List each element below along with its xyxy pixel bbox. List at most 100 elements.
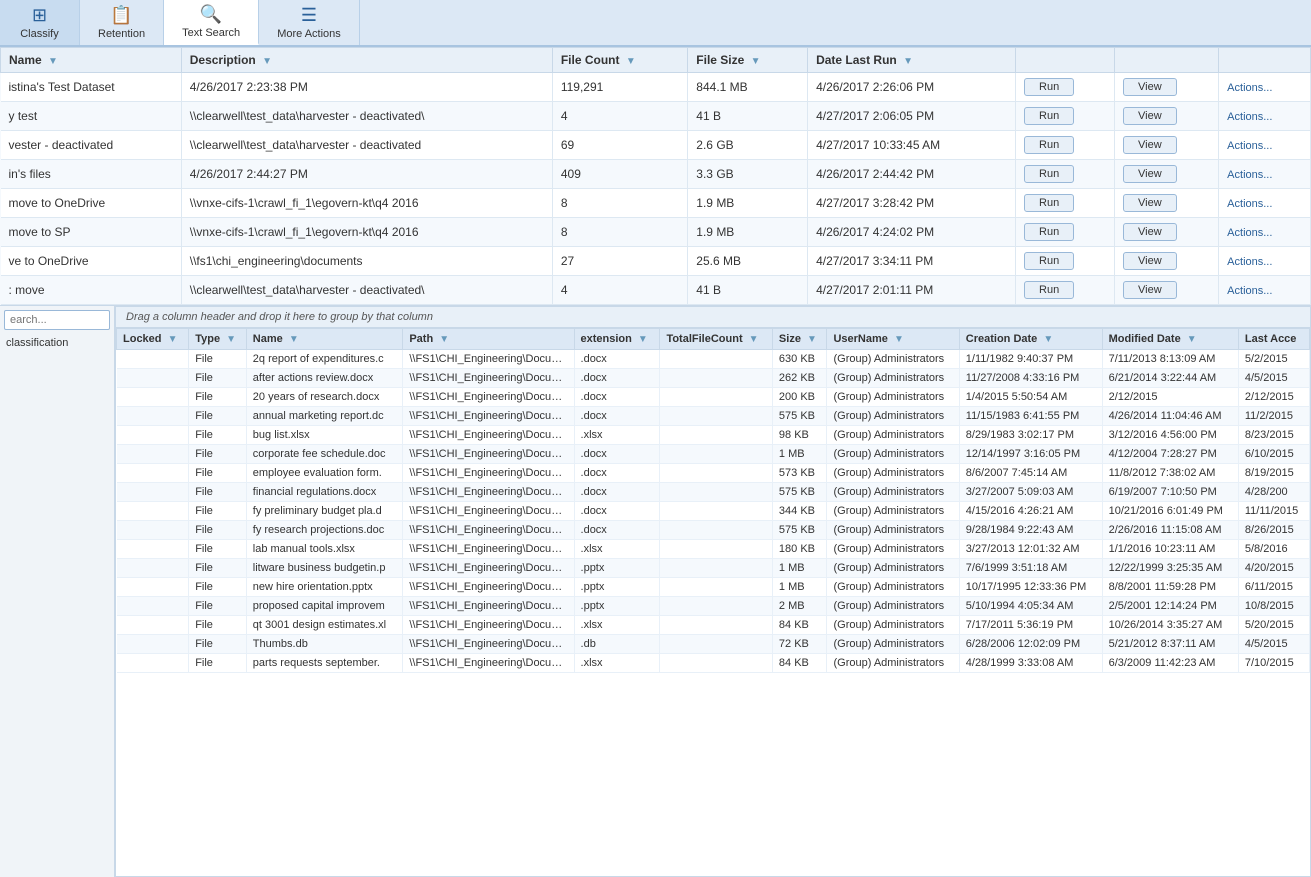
- table-row: File financial regulations.docx \\FS1\CH…: [117, 483, 1310, 502]
- cell-creation-date: 4/15/2016 4:26:21 AM: [959, 502, 1102, 521]
- cell-name: 20 years of research.docx: [246, 388, 403, 407]
- cell-extension: .pptx: [574, 597, 660, 616]
- cell-size: 200 KB: [772, 388, 827, 407]
- name-filter-icon[interactable]: ▼: [48, 56, 58, 67]
- fname-filter-icon[interactable]: ▼: [289, 334, 299, 345]
- tfc-filter-icon[interactable]: ▼: [749, 334, 759, 345]
- row-file-count: 409: [552, 160, 687, 189]
- cell-path: \\FS1\CHI_Engineering\Documents\: [403, 483, 574, 502]
- run-button[interactable]: Run: [1024, 165, 1074, 183]
- actions-link[interactable]: Actions...: [1227, 285, 1272, 297]
- more-actions-button[interactable]: ☰ More Actions: [259, 0, 360, 45]
- view-button[interactable]: View: [1123, 194, 1177, 212]
- cell-size: 98 KB: [772, 426, 827, 445]
- actions-link[interactable]: Actions...: [1227, 198, 1272, 210]
- cd-filter-icon[interactable]: ▼: [1043, 334, 1053, 345]
- cell-creation-date: 8/6/2007 7:45:14 AM: [959, 464, 1102, 483]
- row-date-last-run: 4/27/2017 10:33:45 AM: [808, 131, 1016, 160]
- un-filter-icon[interactable]: ▼: [894, 334, 904, 345]
- cell-total-file-count: [660, 597, 772, 616]
- cell-locked: [117, 597, 189, 616]
- cell-total-file-count: [660, 350, 772, 369]
- fs-filter-icon[interactable]: ▼: [751, 56, 761, 67]
- text-search-button[interactable]: 🔍 Text Search: [164, 0, 259, 45]
- size-filter-icon[interactable]: ▼: [807, 334, 817, 345]
- cell-path: \\FS1\CHI_Engineering\Documents\: [403, 464, 574, 483]
- view-button[interactable]: View: [1123, 136, 1177, 154]
- view-button[interactable]: View: [1123, 107, 1177, 125]
- table-row: File 2q report of expenditures.c \\FS1\C…: [117, 350, 1310, 369]
- table-row: istina's Test Dataset 4/26/2017 2:23:38 …: [1, 73, 1311, 102]
- actions-link[interactable]: Actions...: [1227, 82, 1272, 94]
- cell-locked: [117, 407, 189, 426]
- retention-button[interactable]: 📋 Retention: [80, 0, 164, 45]
- view-button[interactable]: View: [1123, 252, 1177, 270]
- cell-extension: .docx: [574, 369, 660, 388]
- view-button[interactable]: View: [1123, 78, 1177, 96]
- desc-filter-icon[interactable]: ▼: [262, 56, 272, 67]
- cell-modified-date: 1/1/2016 10:23:11 AM: [1102, 540, 1238, 559]
- run-button[interactable]: Run: [1024, 136, 1074, 154]
- fc-filter-icon[interactable]: ▼: [626, 56, 636, 67]
- cell-extension: .xlsx: [574, 540, 660, 559]
- cell-last-access: 7/10/2015: [1238, 654, 1309, 673]
- cell-path: \\FS1\CHI_Engineering\Documents\: [403, 578, 574, 597]
- classify-button[interactable]: ⊞ Classify: [0, 0, 80, 45]
- cell-username: (Group) Administrators: [827, 540, 959, 559]
- cell-last-access: 5/8/2016: [1238, 540, 1309, 559]
- actions-link[interactable]: Actions...: [1227, 140, 1272, 152]
- cell-total-file-count: [660, 578, 772, 597]
- row-name: vester - deactivated: [1, 131, 182, 160]
- run-button[interactable]: Run: [1024, 194, 1074, 212]
- classify-label: Classify: [20, 28, 59, 40]
- path-filter-icon[interactable]: ▼: [439, 334, 449, 345]
- cell-path: \\FS1\CHI_Engineering\Documents\: [403, 559, 574, 578]
- run-button[interactable]: Run: [1024, 107, 1074, 125]
- top-table-header: Name ▼ Description ▼ File Count ▼ File S…: [1, 48, 1311, 73]
- cell-type: File: [189, 635, 247, 654]
- table-row: y test \\clearwell\test_data\harvester -…: [1, 102, 1311, 131]
- row-date-last-run: 4/27/2017 3:34:11 PM: [808, 247, 1016, 276]
- cell-creation-date: 4/28/1999 3:33:08 AM: [959, 654, 1102, 673]
- run-button[interactable]: Run: [1024, 78, 1074, 96]
- more-actions-icon: ☰: [301, 5, 317, 26]
- retention-label: Retention: [98, 28, 145, 40]
- cell-type: File: [189, 559, 247, 578]
- actions-link[interactable]: Actions...: [1227, 111, 1272, 123]
- cell-creation-date: 3/27/2013 12:01:32 AM: [959, 540, 1102, 559]
- type-filter-icon[interactable]: ▼: [226, 334, 236, 345]
- actions-link[interactable]: Actions...: [1227, 169, 1272, 181]
- cell-locked: [117, 654, 189, 673]
- col-date-last-run: Date Last Run ▼: [808, 48, 1016, 73]
- ext-filter-icon[interactable]: ▼: [638, 334, 648, 345]
- actions-link[interactable]: Actions...: [1227, 256, 1272, 268]
- cell-locked: [117, 464, 189, 483]
- run-button[interactable]: Run: [1024, 252, 1074, 270]
- cell-size: 2 MB: [772, 597, 827, 616]
- run-button[interactable]: Run: [1024, 223, 1074, 241]
- cell-creation-date: 11/15/1983 6:41:55 PM: [959, 407, 1102, 426]
- cell-username: (Group) Administrators: [827, 483, 959, 502]
- cell-last-access: 6/11/2015: [1238, 578, 1309, 597]
- cell-name: Thumbs.db: [246, 635, 403, 654]
- view-button[interactable]: View: [1123, 281, 1177, 299]
- cell-extension: .docx: [574, 521, 660, 540]
- row-date-last-run: 4/26/2017 2:26:06 PM: [808, 73, 1016, 102]
- view-button[interactable]: View: [1123, 165, 1177, 183]
- row-description: \\fs1\chi_engineering\documents: [181, 247, 552, 276]
- cell-path: \\FS1\CHI_Engineering\Documents\: [403, 407, 574, 426]
- sidebar-search-input[interactable]: [4, 310, 110, 330]
- cell-last-access: 4/5/2015: [1238, 369, 1309, 388]
- table-row: File employee evaluation form. \\FS1\CHI…: [117, 464, 1310, 483]
- actions-link[interactable]: Actions...: [1227, 227, 1272, 239]
- dlr-filter-icon[interactable]: ▼: [903, 56, 913, 67]
- cell-path: \\FS1\CHI_Engineering\Documents\: [403, 616, 574, 635]
- md-filter-icon[interactable]: ▼: [1187, 334, 1197, 345]
- cell-username: (Group) Administrators: [827, 350, 959, 369]
- cell-modified-date: 4/12/2004 7:28:27 PM: [1102, 445, 1238, 464]
- locked-filter-icon[interactable]: ▼: [168, 334, 178, 345]
- view-button[interactable]: View: [1123, 223, 1177, 241]
- cell-locked: [117, 350, 189, 369]
- cell-type: File: [189, 521, 247, 540]
- run-button[interactable]: Run: [1024, 281, 1074, 299]
